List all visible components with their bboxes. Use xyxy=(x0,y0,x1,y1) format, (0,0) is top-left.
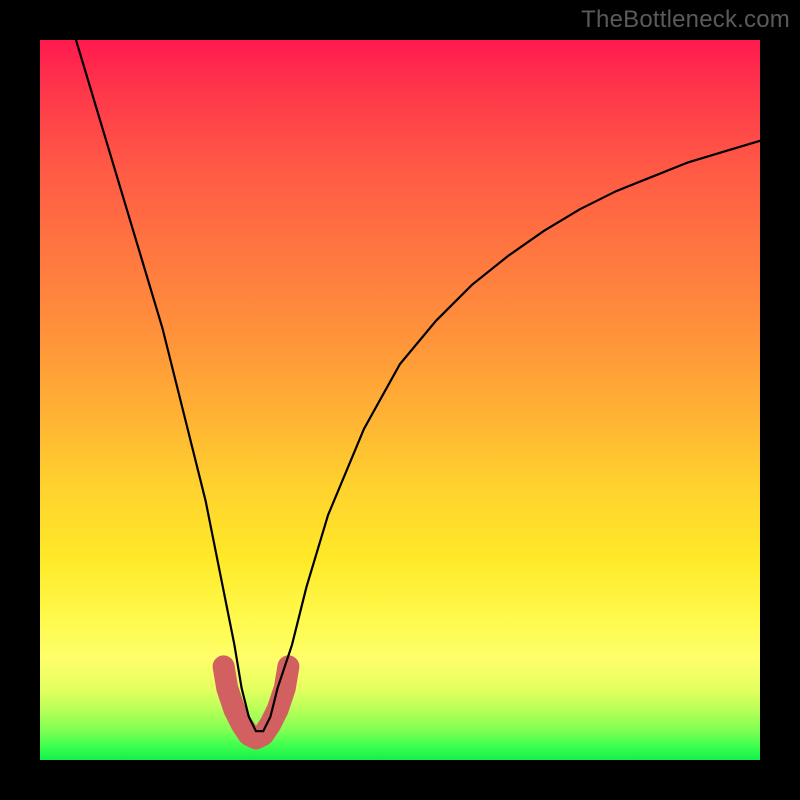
chart-svg xyxy=(40,40,760,760)
watermark-text: TheBottleneck.com xyxy=(581,6,790,34)
outer-frame: TheBottleneck.com xyxy=(0,0,800,800)
bottleneck-marker xyxy=(224,666,289,738)
chart-area xyxy=(40,40,760,760)
bottleneck-curve xyxy=(76,40,760,731)
